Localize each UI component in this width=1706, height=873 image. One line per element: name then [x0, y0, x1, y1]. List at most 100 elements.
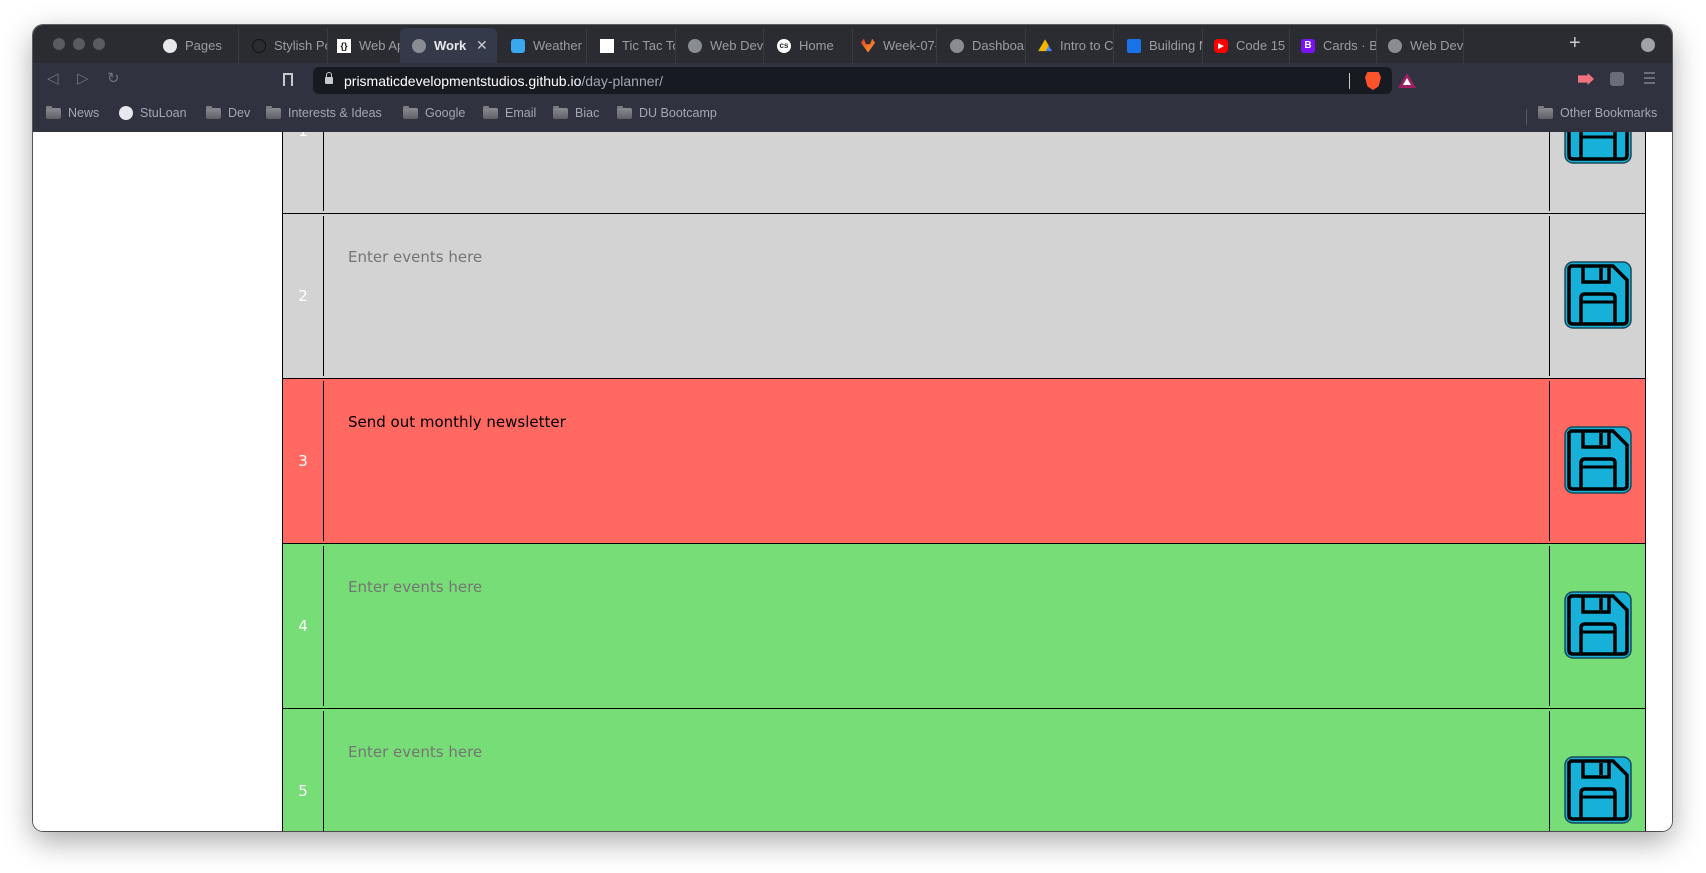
- tab[interactable]: Weather Forecast: [499, 28, 587, 63]
- tab-label: Code 15 R: [1236, 38, 1289, 53]
- bookmark-item[interactable]: Email: [483, 105, 537, 120]
- zoom-window-button[interactable]: [93, 38, 105, 50]
- tab[interactable]: Stylish Portfolio: [240, 28, 328, 63]
- tic-tac-toe-icon: [600, 38, 614, 53]
- lock-icon: [325, 72, 333, 84]
- hour-label: 2: [283, 216, 324, 376]
- save-button[interactable]: [1550, 709, 1645, 831]
- save-button[interactable]: [1550, 544, 1645, 708]
- tab[interactable]: Work Day Scheduler ✕: [400, 28, 497, 63]
- toolbar: ◁ ▷ ↻ prismaticdevelopmentstudios.github…: [33, 63, 1672, 98]
- close-window-button[interactable]: [53, 38, 65, 50]
- new-tab-button[interactable]: +: [1569, 33, 1581, 53]
- other-bookmarks[interactable]: Other Bookmarks: [1538, 105, 1657, 120]
- save-button[interactable]: [1550, 132, 1645, 213]
- bookmark-page-icon[interactable]: [283, 73, 293, 86]
- bookmarks-bar: News StuLoan Dev Interests & Ideas Google Ema…: [33, 98, 1672, 132]
- gitlab-icon: [861, 38, 875, 53]
- tab-label: Weather Forecast: [533, 38, 586, 53]
- bookmark-label: News: [68, 106, 100, 120]
- tab-label: Cards · Bo: [1323, 38, 1376, 53]
- tab[interactable]: Pages: [151, 28, 239, 63]
- event-input[interactable]: [324, 132, 1550, 211]
- event-input[interactable]: [324, 381, 1550, 541]
- extensions-puzzle-icon[interactable]: [1610, 72, 1624, 86]
- bookmark-label: Biac: [575, 106, 600, 120]
- brave-shields-icon[interactable]: [1365, 72, 1381, 90]
- bookmark-item[interactable]: Biac: [553, 105, 600, 120]
- day-planner: 12345: [282, 132, 1646, 831]
- folder-icon: [46, 105, 61, 119]
- google-drive-icon: [1038, 39, 1052, 52]
- time-block-row: 1: [282, 132, 1646, 214]
- bookmarks-separator: [1526, 109, 1527, 125]
- tab[interactable]: Week-07-: [849, 28, 937, 63]
- folder-icon: [483, 105, 498, 119]
- folder-icon: [1538, 105, 1553, 119]
- save-floppy-icon: [1563, 260, 1633, 333]
- url-host: prismaticdevelopmentstudios.github.io: [344, 73, 582, 89]
- tab[interactable]: cs Home: [765, 28, 853, 63]
- tab[interactable]: Web Devel: [1376, 28, 1464, 63]
- time-block-row: 5: [282, 709, 1646, 831]
- url-text[interactable]: prismaticdevelopmentstudios.github.io/da…: [344, 73, 663, 89]
- tab-label: Pages: [185, 38, 222, 53]
- menu-icon[interactable]: [1644, 72, 1655, 84]
- bookmark-item[interactable]: Dev: [206, 105, 251, 120]
- close-tab-icon[interactable]: ✕: [476, 37, 488, 54]
- tab-label: Week-07-: [883, 38, 936, 53]
- globe-outline-icon: [252, 38, 266, 53]
- save-button[interactable]: [1550, 214, 1645, 378]
- tab-label: Web Developer: [710, 38, 763, 53]
- bootstrap-icon: B: [1301, 38, 1315, 53]
- hour-label: 3: [283, 381, 324, 541]
- reload-icon[interactable]: ↻: [107, 69, 120, 87]
- back-icon[interactable]: ◁: [47, 69, 59, 87]
- save-button[interactable]: [1550, 379, 1645, 543]
- bookmark-item[interactable]: DU Bootcamp: [617, 105, 717, 120]
- extension-icon[interactable]: [1578, 73, 1594, 85]
- tab-label: Work Day Scheduler: [434, 38, 466, 53]
- tab[interactable]: B Cards · Bo: [1289, 28, 1377, 63]
- event-input[interactable]: [324, 216, 1550, 376]
- tab[interactable]: Tic Tac Toe: [588, 28, 676, 63]
- forward-icon[interactable]: ▷: [77, 69, 89, 87]
- code-braces-icon: {}: [337, 38, 351, 53]
- bookmark-item[interactable]: Interests & Ideas: [266, 105, 382, 120]
- bookmark-label: StuLoan: [140, 106, 187, 120]
- tab-label: Building M: [1149, 38, 1202, 53]
- bookmark-label: Email: [505, 106, 537, 120]
- tab[interactable]: Web Developer: [676, 28, 764, 63]
- globe-icon: [950, 38, 964, 53]
- tab[interactable]: Intro to Ca: [1026, 28, 1114, 63]
- cs-icon: cs: [777, 38, 791, 53]
- bookmark-item[interactable]: News: [46, 105, 100, 120]
- weather-icon: [511, 38, 525, 53]
- hour-label: 1: [283, 132, 324, 211]
- minimize-window-button[interactable]: [73, 38, 85, 50]
- tab-label: Stylish Portfolio: [274, 38, 327, 53]
- folder-icon: [553, 105, 568, 119]
- save-floppy-icon: [1563, 590, 1633, 663]
- tab[interactable]: ▶ Code 15 R: [1202, 28, 1290, 63]
- globe-icon: [119, 106, 133, 120]
- brave-rewards-icon[interactable]: [1398, 73, 1416, 88]
- event-input[interactable]: [324, 546, 1550, 706]
- github-icon: [163, 38, 177, 53]
- tab[interactable]: Dashboard: [938, 28, 1026, 63]
- bookmark-label: Dev: [228, 106, 251, 120]
- page-content: 12345: [33, 132, 1672, 831]
- folder-icon: [266, 105, 281, 119]
- tab-label: Intro to Ca: [1060, 38, 1113, 53]
- hour-label: 5: [283, 711, 324, 831]
- tab-strip: PagesStylish Portfolio{}Web AppsWork Day…: [33, 25, 1672, 63]
- tab-label: Dashboard: [972, 38, 1025, 53]
- bookmark-label: DU Bootcamp: [639, 106, 717, 120]
- url-path: /day-planner/: [581, 73, 664, 89]
- bookmark-item[interactable]: StuLoan: [119, 106, 187, 120]
- tab-search-icon[interactable]: [1641, 38, 1655, 52]
- event-input[interactable]: [324, 711, 1550, 831]
- address-bar[interactable]: prismaticdevelopmentstudios.github.io/da…: [313, 67, 1416, 94]
- tab[interactable]: Building M: [1115, 28, 1203, 63]
- bookmark-item[interactable]: Google: [403, 105, 465, 120]
